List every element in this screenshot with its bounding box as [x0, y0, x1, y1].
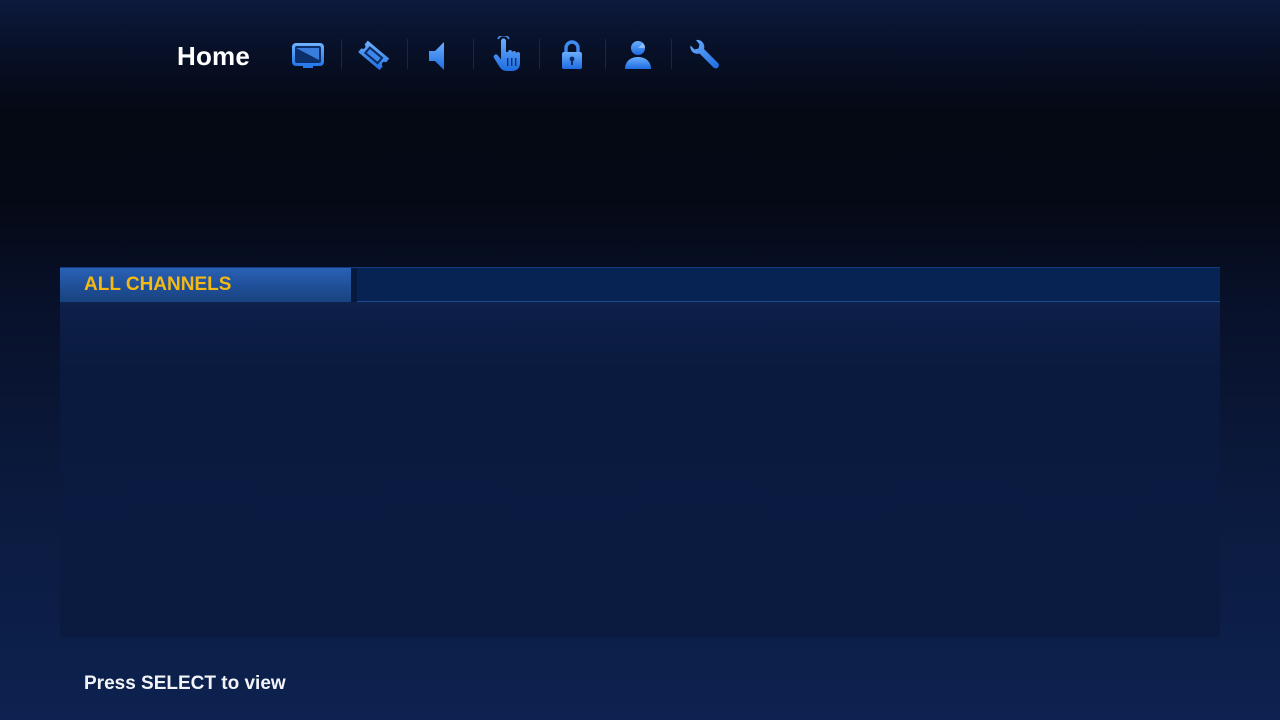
- speaker-icon: [429, 42, 444, 70]
- tv-button[interactable]: [275, 34, 341, 76]
- footer-hint: Press SELECT to view: [84, 673, 286, 694]
- hand-pointer-icon: [493, 36, 520, 71]
- settings-button[interactable]: [671, 34, 737, 76]
- parental-lock-button[interactable]: [539, 34, 605, 76]
- account-button[interactable]: [605, 34, 671, 76]
- page-title: Home: [177, 41, 251, 71]
- wrench-icon: [690, 39, 719, 69]
- lock-icon: [562, 40, 582, 69]
- audio-button[interactable]: [407, 34, 473, 76]
- ticket-icon: [358, 40, 390, 71]
- touch-button[interactable]: [473, 34, 539, 76]
- tv-icon: [292, 43, 324, 68]
- panel-tab-bar: ALL CHANNELS: [60, 267, 1220, 302]
- ticket-button[interactable]: [341, 34, 407, 76]
- tab-all-channels-label: ALL CHANNELS: [84, 274, 232, 295]
- tab-all-channels[interactable]: ALL CHANNELS: [60, 268, 357, 302]
- top-navigation-bar: Home: [0, 0, 1280, 110]
- user-icon: [625, 41, 651, 69]
- menu-icon-row: [275, 34, 737, 76]
- channel-list-panel: ALL CHANNELS: [60, 267, 1220, 637]
